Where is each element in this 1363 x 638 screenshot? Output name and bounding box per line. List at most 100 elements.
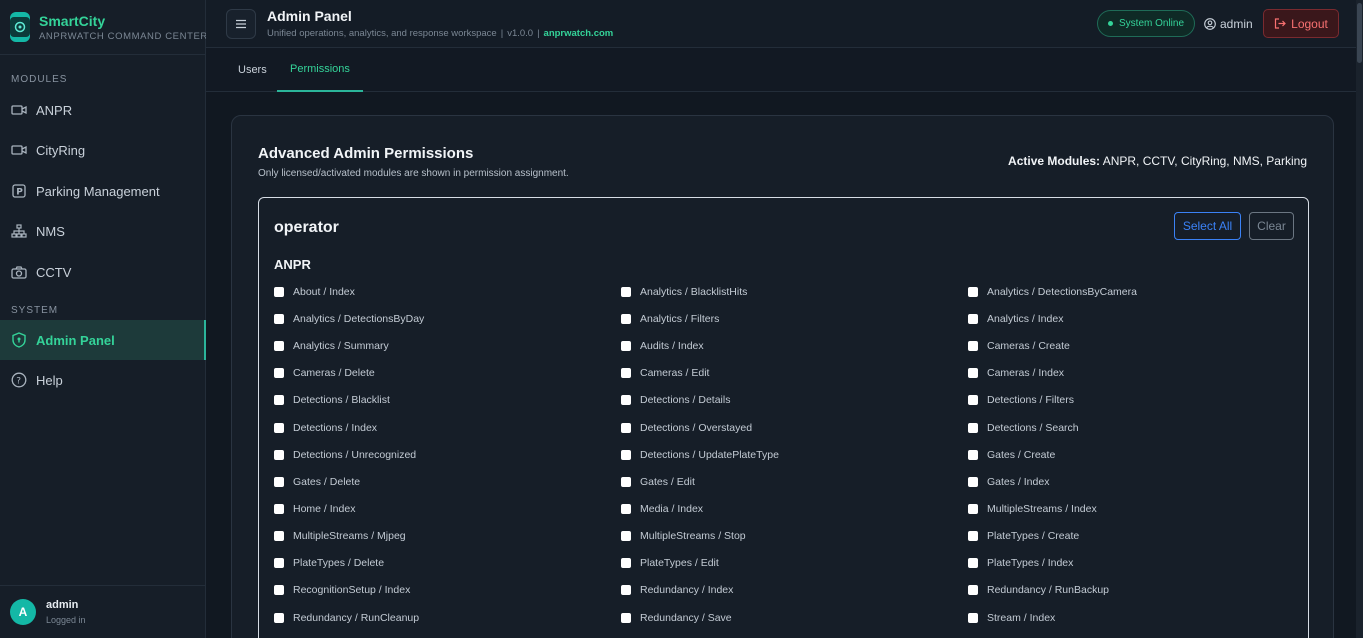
permission-item[interactable]: Media / Index: [621, 502, 703, 516]
permission-item[interactable]: PlateTypes / Edit: [621, 556, 719, 570]
permission-checkbox[interactable]: [621, 287, 631, 297]
sidebar-item-anpr[interactable]: ANPR: [0, 90, 206, 130]
permission-item[interactable]: Analytics / DetectionsByDay: [274, 312, 424, 326]
permission-checkbox[interactable]: [621, 341, 631, 351]
permission-checkbox[interactable]: [621, 585, 631, 595]
permission-item[interactable]: Redundancy / Index: [621, 583, 733, 597]
permission-checkbox[interactable]: [274, 531, 284, 541]
sidebar-user[interactable]: A admin Logged in: [0, 585, 206, 638]
permission-checkbox[interactable]: [274, 558, 284, 568]
scrollbar-thumb[interactable]: [1357, 3, 1362, 63]
logout-button[interactable]: Logout: [1263, 9, 1339, 38]
sidebar-item-help[interactable]: ? Help: [0, 360, 206, 400]
permission-checkbox[interactable]: [968, 287, 978, 297]
permission-item[interactable]: MultipleStreams / Mjpeg: [274, 529, 406, 543]
permission-checkbox[interactable]: [274, 477, 284, 487]
permission-checkbox[interactable]: [968, 613, 978, 623]
permission-item[interactable]: Cameras / Create: [968, 339, 1070, 353]
permission-item[interactable]: Audits / Index: [621, 339, 704, 353]
permission-item[interactable]: RecognitionSetup / Index: [274, 583, 410, 597]
permission-checkbox[interactable]: [621, 314, 631, 324]
permission-item[interactable]: PlateTypes / Delete: [274, 556, 384, 570]
permission-checkbox[interactable]: [621, 558, 631, 568]
sidebar-item-parking-management[interactable]: P Parking Management: [0, 171, 206, 211]
permission-item[interactable]: Detections / Search: [968, 421, 1079, 435]
modules-section-label: MODULES: [11, 74, 68, 85]
permission-checkbox[interactable]: [274, 287, 284, 297]
permission-item[interactable]: Gates / Edit: [621, 475, 695, 489]
tab-permissions[interactable]: Permissions: [277, 48, 363, 92]
permission-item[interactable]: Gates / Index: [968, 475, 1049, 489]
permission-item[interactable]: Detections / Unrecognized: [274, 448, 416, 462]
permission-item[interactable]: MultipleStreams / Index: [968, 502, 1097, 516]
permission-checkbox[interactable]: [621, 613, 631, 623]
permission-item[interactable]: Redundancy / Save: [621, 611, 732, 625]
permission-item[interactable]: Detections / Overstayed: [621, 421, 752, 435]
permission-item[interactable]: Detections / Blacklist: [274, 393, 390, 407]
site-link[interactable]: anprwatch.com: [544, 28, 614, 39]
permission-checkbox[interactable]: [968, 368, 978, 378]
permission-item[interactable]: Cameras / Delete: [274, 366, 375, 380]
sidebar-item-nms[interactable]: NMS: [0, 211, 206, 251]
permission-checkbox[interactable]: [274, 450, 284, 460]
permission-item[interactable]: PlateTypes / Create: [968, 529, 1079, 543]
menu-toggle-button[interactable]: [226, 9, 256, 39]
permission-checkbox[interactable]: [274, 314, 284, 324]
tab-users[interactable]: Users: [238, 48, 267, 92]
permission-item[interactable]: Home / Index: [274, 502, 355, 516]
permission-checkbox[interactable]: [968, 558, 978, 568]
permission-checkbox[interactable]: [274, 423, 284, 433]
permission-item[interactable]: Cameras / Index: [968, 366, 1064, 380]
permission-item[interactable]: Detections / Details: [621, 393, 730, 407]
permission-label: Detections / Blacklist: [293, 394, 390, 406]
role-permissions-box: operator Select All Clear ANPR About / I…: [258, 197, 1309, 638]
permission-checkbox[interactable]: [968, 423, 978, 433]
permission-checkbox[interactable]: [968, 585, 978, 595]
permission-item[interactable]: About / Index: [274, 285, 355, 299]
permission-item[interactable]: Gates / Delete: [274, 475, 360, 489]
permission-item[interactable]: Analytics / Filters: [621, 312, 719, 326]
permission-item[interactable]: Analytics / Summary: [274, 339, 389, 353]
permission-checkbox[interactable]: [621, 368, 631, 378]
permission-item[interactable]: Detections / Filters: [968, 393, 1074, 407]
sidebar-item-admin-panel[interactable]: Admin Panel: [0, 320, 206, 360]
permission-checkbox[interactable]: [274, 613, 284, 623]
select-all-button[interactable]: Select All: [1174, 212, 1241, 240]
permission-item[interactable]: Analytics / BlacklistHits: [621, 285, 747, 299]
permission-checkbox[interactable]: [968, 314, 978, 324]
permission-item[interactable]: Detections / Index: [274, 421, 377, 435]
page-scrollbar[interactable]: [1356, 0, 1363, 638]
permission-checkbox[interactable]: [621, 395, 631, 405]
header-user[interactable]: admin: [1204, 17, 1253, 31]
sidebar-item-cctv[interactable]: CCTV: [0, 252, 206, 292]
brand[interactable]: SmartCity ANPRWATCH COMMAND CENTER: [0, 0, 207, 55]
permission-item[interactable]: Gates / Create: [968, 448, 1055, 462]
permission-item[interactable]: Stream / Index: [968, 611, 1055, 625]
permission-checkbox[interactable]: [621, 531, 631, 541]
permission-checkbox[interactable]: [274, 504, 284, 514]
permission-checkbox[interactable]: [968, 477, 978, 487]
permission-item[interactable]: Detections / UpdatePlateType: [621, 448, 779, 462]
permission-checkbox[interactable]: [968, 531, 978, 541]
permission-checkbox[interactable]: [621, 450, 631, 460]
permission-checkbox[interactable]: [621, 504, 631, 514]
permission-checkbox[interactable]: [968, 450, 978, 460]
permission-checkbox[interactable]: [968, 504, 978, 514]
permission-item[interactable]: Redundancy / RunCleanup: [274, 611, 419, 625]
permission-checkbox[interactable]: [274, 395, 284, 405]
permission-checkbox[interactable]: [968, 341, 978, 351]
permission-checkbox[interactable]: [968, 395, 978, 405]
permission-item[interactable]: Analytics / Index: [968, 312, 1063, 326]
permission-checkbox[interactable]: [274, 368, 284, 378]
permission-item[interactable]: MultipleStreams / Stop: [621, 529, 746, 543]
permission-checkbox[interactable]: [621, 423, 631, 433]
permission-item[interactable]: PlateTypes / Index: [968, 556, 1073, 570]
permission-item[interactable]: Analytics / DetectionsByCamera: [968, 285, 1137, 299]
permission-checkbox[interactable]: [274, 585, 284, 595]
clear-button[interactable]: Clear: [1249, 212, 1294, 240]
sidebar-item-cityring[interactable]: CityRing: [0, 130, 206, 170]
permission-item[interactable]: Cameras / Edit: [621, 366, 709, 380]
permission-item[interactable]: Redundancy / RunBackup: [968, 583, 1109, 597]
permission-checkbox[interactable]: [621, 477, 631, 487]
permission-checkbox[interactable]: [274, 341, 284, 351]
